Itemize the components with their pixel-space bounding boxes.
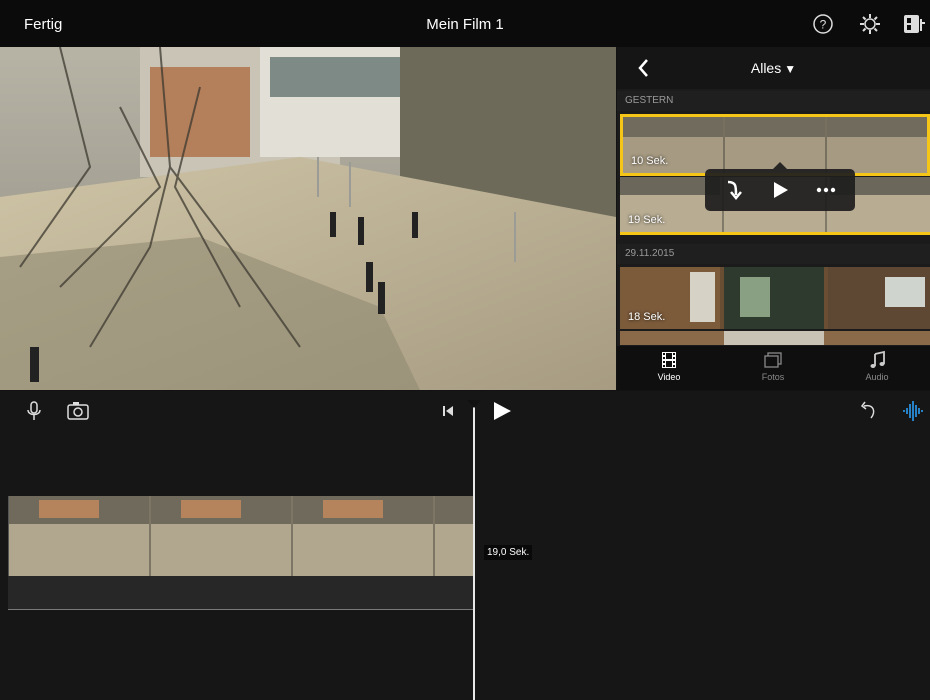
- add-to-timeline-icon[interactable]: [721, 177, 747, 203]
- preview-frame: [0, 47, 616, 390]
- timeline-clip[interactable]: [8, 496, 474, 576]
- play-icon[interactable]: [490, 400, 514, 422]
- tab-photos[interactable]: Fotos: [721, 350, 825, 382]
- timeline-toolbar: [0, 391, 930, 431]
- tab-video[interactable]: Video: [617, 350, 721, 382]
- project-title: Mein Film 1: [426, 16, 504, 33]
- chevron-down-icon: ▼: [784, 62, 797, 76]
- tab-label: Fotos: [761, 372, 785, 382]
- project-settings-icon[interactable]: [901, 11, 927, 37]
- question-circle-icon[interactable]: ?: [810, 11, 836, 37]
- browser-header: Alles ▼: [617, 47, 930, 89]
- filter-dropdown[interactable]: Alles ▼: [617, 60, 930, 76]
- filter-label: Alles: [750, 60, 782, 76]
- filmstrip-icon: [662, 352, 676, 368]
- popover-arrow: [773, 162, 787, 169]
- microphone-icon[interactable]: [22, 400, 46, 422]
- clip-duration-label: 19,0 Sek.: [484, 545, 533, 560]
- svg-text:?: ?: [820, 18, 827, 32]
- timeline[interactable]: 19,0 Sek.: [0, 391, 930, 700]
- tab-label: Audio: [865, 372, 889, 382]
- playhead-marker: [467, 400, 481, 408]
- audio-waveform-icon[interactable]: [902, 400, 926, 422]
- clip-thumbnail[interactable]: 18 Sek.: [620, 267, 930, 329]
- gear-icon[interactable]: [857, 11, 883, 37]
- clip-duration: 19 Sek.: [628, 214, 666, 226]
- camera-icon[interactable]: [66, 400, 90, 422]
- clip-action-popover: [705, 162, 855, 211]
- tab-label: Video: [657, 372, 681, 382]
- more-icon[interactable]: [813, 177, 839, 203]
- undo-icon[interactable]: [856, 400, 880, 422]
- media-tab-bar: Video Fotos Audio: [617, 346, 930, 390]
- clip-filmstrip: [620, 331, 930, 345]
- clip-filmstrip: [620, 267, 930, 329]
- audio-lane: [8, 576, 474, 610]
- media-browser: Alles ▼ GESTERN 10 Sek. 19 Sek. 29.11.20…: [617, 47, 930, 390]
- video-preview[interactable]: [0, 47, 616, 390]
- clip-duration: 18 Sek.: [628, 311, 666, 323]
- clip-thumbnail[interactable]: [620, 331, 930, 345]
- clip-duration: 10 Sek.: [631, 155, 669, 167]
- playhead[interactable]: [467, 400, 481, 700]
- music-note-icon: [870, 350, 885, 368]
- play-icon[interactable]: [767, 177, 793, 203]
- section-header: GESTERN: [617, 91, 930, 111]
- done-button[interactable]: Fertig: [24, 16, 62, 33]
- section-header: 29.11.2015: [617, 244, 930, 264]
- photos-icon: [764, 352, 782, 368]
- skip-to-start-icon[interactable]: [436, 400, 460, 422]
- top-bar: Fertig Mein Film 1 ?: [0, 0, 930, 47]
- tab-audio[interactable]: Audio: [825, 350, 929, 382]
- clip-filmstrip: [9, 496, 474, 576]
